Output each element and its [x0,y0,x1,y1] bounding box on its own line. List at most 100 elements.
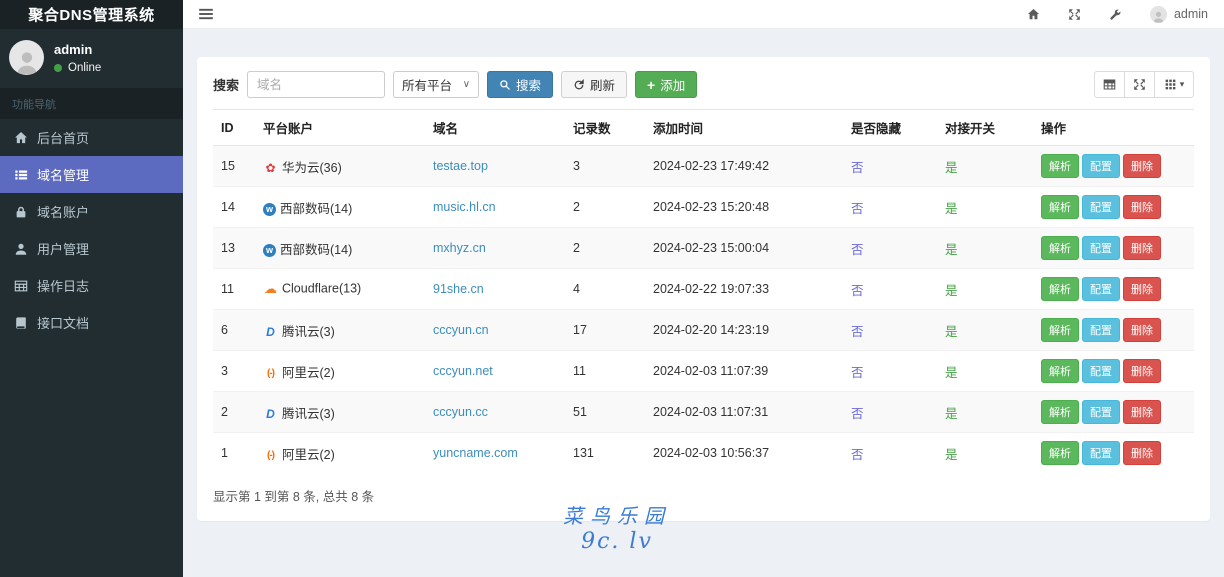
sidebar-toggle-button[interactable] [199,8,213,20]
delete-button[interactable]: 删除 [1123,236,1161,260]
delete-button[interactable]: 删除 [1123,441,1161,465]
user-status-label: Online [68,61,102,74]
domain-link[interactable]: mxhyz.cn [433,241,486,255]
sidebar-user-panel: admin Online [0,29,183,88]
config-button[interactable]: 配置 [1082,400,1120,424]
config-button[interactable]: 配置 [1082,154,1120,178]
cell-switch: 是 [937,432,1033,473]
domain-link[interactable]: cccyun.cc [433,405,488,419]
platform-label: 阿里云(2) [282,365,335,380]
settings-button[interactable] [1109,8,1122,21]
table-icon [1103,79,1116,90]
sidebar-item-logs[interactable]: 操作日志 [0,267,183,304]
sidebar-item-accounts[interactable]: 域名账户 [0,193,183,230]
config-button[interactable]: 配置 [1082,318,1120,342]
user-menu[interactable]: admin [1149,5,1208,23]
sidebar-item-label: 用户管理 [37,242,90,257]
delete-button[interactable]: 删除 [1123,318,1161,342]
resolve-button[interactable]: 解析 [1041,318,1079,342]
cell-created: 2024-02-23 17:49:42 [653,159,770,173]
delete-button[interactable]: 删除 [1123,277,1161,301]
cell-hidden: 否 [843,350,937,392]
add-button[interactable]: + 添加 [635,71,698,98]
column-header: 平台账户 [255,109,425,146]
hidden-toggle[interactable]: 否 [851,243,864,257]
domain-link[interactable]: cccyun.cn [433,323,489,337]
sidebar-item-home[interactable]: 后台首页 [0,119,183,156]
domain-link[interactable]: cccyun.net [433,364,493,378]
sidebar-item-label: 操作日志 [37,279,90,294]
table-fullscreen-button[interactable] [1124,71,1155,98]
switch-toggle[interactable]: 是 [945,407,958,421]
resolve-button[interactable]: 解析 [1041,400,1079,424]
chevron-down-icon: ∨ [462,79,471,90]
aliyun-icon: (-) [267,449,275,461]
home-button[interactable] [1027,8,1040,21]
cell-hidden: 否 [843,432,937,473]
cell-created: 2024-02-22 19:07:33 [645,268,843,310]
switch-toggle[interactable]: 是 [945,161,958,175]
content-area: 搜索 所有平台 ∨ 搜索 刷新 + [183,29,1224,577]
cell-id: 1 [213,432,255,473]
sidebar-item-users[interactable]: 用户管理 [0,230,183,267]
resolve-button[interactable]: 解析 [1041,236,1079,260]
sidebar-item-domains[interactable]: 域名管理 [0,156,183,193]
brand[interactable]: 聚合DNS管理系统 [0,0,183,29]
cell-records: 51 [565,391,645,433]
user-status[interactable]: Online [54,62,101,74]
config-button[interactable]: 配置 [1082,359,1120,383]
search-input[interactable] [247,71,386,98]
hidden-toggle[interactable]: 否 [851,325,864,339]
switch-toggle[interactable]: 是 [945,243,958,257]
delete-button[interactable]: 删除 [1123,154,1161,178]
delete-button[interactable]: 删除 [1123,359,1161,383]
hidden-toggle[interactable]: 否 [851,202,864,216]
hidden-toggle[interactable]: 否 [851,284,864,298]
table-row: 14 w 西部数码(14) music.hl.cn 2 2024-02-23 15:20:… [213,186,1194,228]
table-row: 6 D 腾讯云(3) cccyun.cn 17 2024-02-20 14:23:19 否 是… [213,309,1194,351]
resolve-button[interactable]: 解析 [1041,359,1079,383]
refresh-button[interactable]: 刷新 [561,71,628,98]
refresh-button-label: 刷新 [590,79,616,93]
fullscreen-button[interactable] [1068,8,1081,21]
resolve-button[interactable]: 解析 [1041,441,1079,465]
delete-button[interactable]: 删除 [1123,400,1161,424]
resolve-button[interactable]: 解析 [1041,277,1079,301]
table-row: 3 (-) 阿里云(2) cccyun.net 11 2024-02-03 11:07:3… [213,350,1194,392]
config-button[interactable]: 配置 [1082,441,1120,465]
domain-link[interactable]: music.hl.cn [433,200,496,214]
domain-link[interactable]: yuncname.com [433,446,518,460]
domain-link[interactable]: 91she.cn [433,282,484,296]
sidebar-item-apidoc[interactable]: 接口文档 [0,304,183,341]
refresh-icon [574,78,584,89]
config-button[interactable]: 配置 [1082,195,1120,219]
config-button[interactable]: 配置 [1082,236,1120,260]
platform-select[interactable]: 所有平台 ∨ [393,71,480,98]
delete-button[interactable]: 删除 [1123,195,1161,219]
config-button[interactable]: 配置 [1082,277,1120,301]
navbar-avatar [1149,5,1167,23]
switch-toggle[interactable]: 是 [945,284,958,298]
watermark-line1: 菜鸟乐园 [563,504,671,528]
resolve-button[interactable]: 解析 [1041,154,1079,178]
sidebar-item-label: 域名账户 [37,205,90,220]
hidden-toggle[interactable]: 否 [851,407,864,421]
platform-label: 腾讯云(3) [282,406,335,421]
hidden-toggle[interactable]: 否 [851,366,864,380]
switch-toggle[interactable]: 是 [945,325,958,339]
cell-created: 2024-02-20 14:23:19 [645,309,843,351]
switch-toggle[interactable]: 是 [945,366,958,380]
switch-toggle[interactable]: 是 [945,448,958,462]
hidden-toggle[interactable]: 否 [851,161,864,175]
search-button[interactable]: 搜索 [487,71,554,98]
log-icon [14,280,28,291]
domain-link[interactable]: testae.top [433,159,488,173]
switch-toggle[interactable]: 是 [945,202,958,216]
domains-card: 搜索 所有平台 ∨ 搜索 刷新 + [197,57,1210,521]
expand-arrows-icon [1134,79,1145,90]
columns-button[interactable]: ▾ [1154,71,1194,98]
toggle-pagination-button[interactable] [1094,71,1125,98]
hidden-toggle[interactable]: 否 [851,448,864,462]
resolve-button[interactable]: 解析 [1041,195,1079,219]
cell-created: 2024-02-23 15:00:04 [645,227,843,269]
